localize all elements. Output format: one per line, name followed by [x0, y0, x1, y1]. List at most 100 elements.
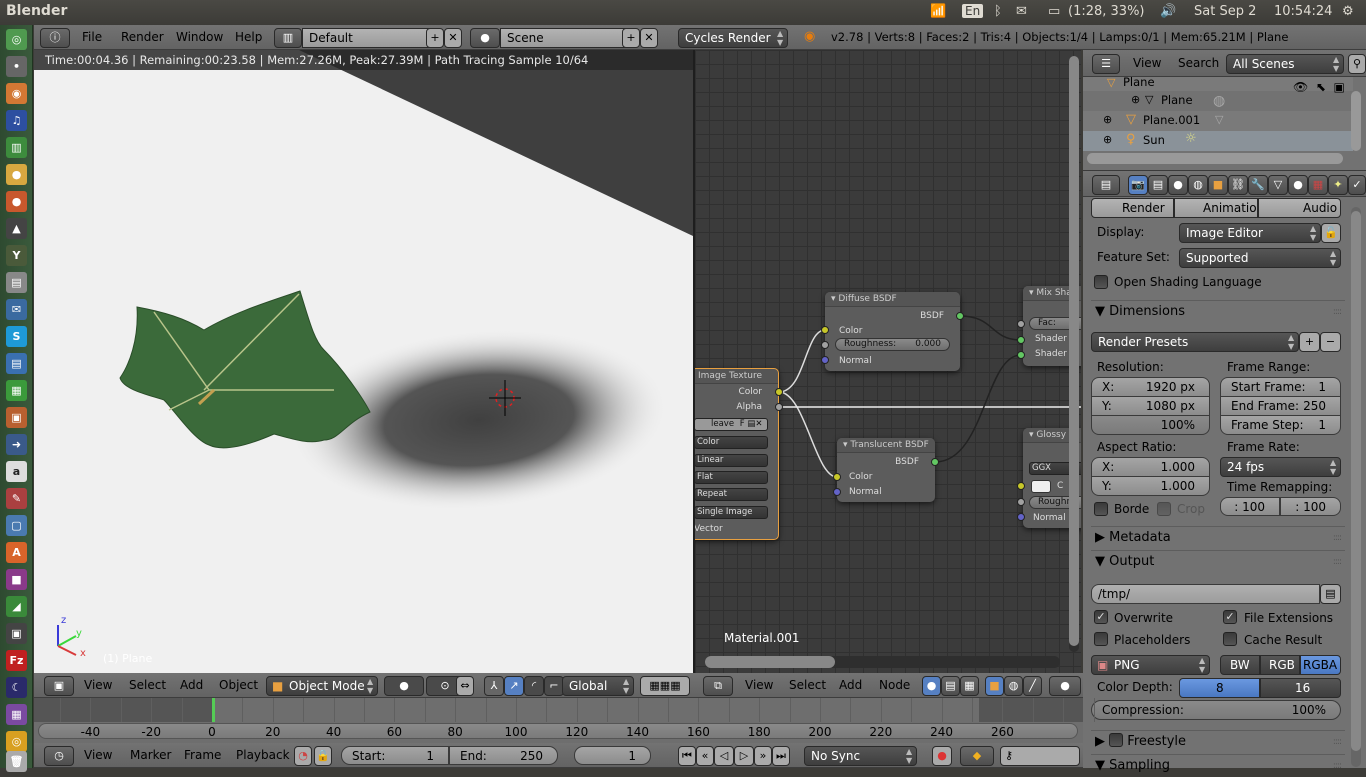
- menu-file[interactable]: File: [82, 25, 102, 49]
- lock-time-icon[interactable]: 🔒: [314, 746, 332, 766]
- menu-node[interactable]: Node: [879, 673, 910, 697]
- current-frame-field[interactable]: 1: [574, 746, 651, 765]
- scrollbar-thumb[interactable]: [705, 656, 835, 668]
- menu-view[interactable]: View: [745, 673, 773, 697]
- object-shader-icon[interactable]: ■: [985, 676, 1004, 696]
- frame-step-field[interactable]: Frame Step: 1: [1220, 415, 1341, 435]
- freestyle-panel-header[interactable]: ▶ Freestyle::::: [1091, 730, 1345, 752]
- manipulator-toggle[interactable]: ⅄: [484, 676, 504, 696]
- scrollbar-thumb[interactable]: [1351, 211, 1361, 751]
- manipulator-icon[interactable]: ⇔: [456, 676, 474, 696]
- output-panel-header[interactable]: ▼ Output::::: [1091, 550, 1345, 572]
- projection-select[interactable]: Flat: [695, 471, 768, 484]
- screen-layout-icon[interactable]: ▥: [274, 28, 302, 48]
- overwrite-checkbox[interactable]: ✓: [1094, 610, 1108, 624]
- remap-old-field[interactable]: : 100: [1220, 497, 1280, 516]
- color-mode-bw[interactable]: BW: [1220, 655, 1260, 675]
- unlink-image-icon[interactable]: ✕: [755, 419, 762, 429]
- color-space-select[interactable]: Color: [695, 436, 768, 449]
- particles-tab-icon[interactable]: ✦: [1328, 175, 1348, 195]
- translucent-normal-socket[interactable]: [833, 488, 841, 496]
- cd-burner-icon[interactable]: ◎: [6, 731, 27, 752]
- scene-tab-icon[interactable]: ●: [1168, 175, 1188, 195]
- chrome-icon[interactable]: ●: [6, 164, 27, 185]
- system-monitor-icon[interactable]: ◢: [6, 596, 27, 617]
- mesh-name[interactable]: Plane: [1161, 93, 1193, 107]
- menu-render[interactable]: Render: [121, 25, 164, 49]
- diffuse-color-socket[interactable]: [821, 326, 829, 334]
- scene-select[interactable]: Scene: [500, 28, 630, 48]
- scrollbar-thumb[interactable]: [1069, 56, 1079, 646]
- firefox-icon[interactable]: ●: [6, 191, 27, 212]
- rotate-manipulator[interactable]: ◜: [524, 676, 544, 696]
- software-center-icon[interactable]: A: [6, 542, 27, 563]
- power-icon[interactable]: ⚙: [1342, 4, 1354, 19]
- start-frame-field[interactable]: Start: 1: [341, 746, 449, 765]
- outliner-row[interactable]: ⊕ ♀ Sun ☼: [1083, 131, 1353, 151]
- jump-start-button[interactable]: ⏮: [678, 746, 696, 766]
- screenshot-icon[interactable]: ▣: [6, 623, 27, 644]
- file-manager-icon[interactable]: ▤: [6, 272, 27, 293]
- thunderbird-icon[interactable]: ✉: [6, 299, 27, 320]
- output-path-field[interactable]: /tmp/: [1091, 584, 1320, 604]
- date[interactable]: Sat Sep 2: [1194, 4, 1256, 19]
- object-name[interactable]: Plane: [1123, 75, 1155, 89]
- inkscape-icon[interactable]: ▲: [6, 218, 27, 239]
- roughness-field[interactable]: Roughness: 0.000: [835, 338, 950, 351]
- mix-fac-socket[interactable]: [1017, 320, 1025, 328]
- extension-select[interactable]: Repeat: [695, 488, 768, 501]
- interpolation-select[interactable]: Linear: [695, 454, 768, 467]
- end-frame-field[interactable]: End Frame: 250: [1220, 396, 1341, 416]
- object-name[interactable]: Plane.001: [1143, 113, 1200, 127]
- compression-slider[interactable]: Compression: 100%: [1091, 700, 1341, 720]
- line-style-icon[interactable]: ╱: [1023, 676, 1042, 696]
- world-shader-icon[interactable]: ◍: [1004, 676, 1023, 696]
- image-color-socket[interactable]: [775, 388, 783, 396]
- diffuse-normal-socket[interactable]: [821, 356, 829, 364]
- keying-mode-select[interactable]: ◆: [960, 746, 994, 766]
- layers-grid[interactable]: ▦▦▦: [640, 676, 690, 696]
- osl-checkbox[interactable]: [1094, 275, 1108, 289]
- remap-new-field[interactable]: : 100: [1280, 497, 1341, 516]
- expand-icon[interactable]: ⊕: [1103, 113, 1112, 126]
- preview-range-icon[interactable]: ◔: [294, 746, 312, 766]
- calc-icon[interactable]: ▦: [6, 380, 27, 401]
- dimensions-panel-header[interactable]: ▼ Dimensions::::: [1091, 300, 1345, 322]
- diffuse-roughness-socket[interactable]: [821, 341, 829, 349]
- menu-playback[interactable]: Playback: [236, 743, 290, 767]
- menu-add[interactable]: Add: [839, 673, 862, 697]
- menu-window[interactable]: Window: [176, 25, 223, 49]
- render-button[interactable]: Render: [1091, 198, 1174, 218]
- resolution-y-field[interactable]: Y: 1080 px: [1091, 396, 1210, 416]
- border-checkbox[interactable]: [1094, 502, 1108, 516]
- image-texture-node[interactable]: Image Texture Color Alpha leave F ▤✕ Col…: [695, 368, 779, 540]
- jump-keyframe-forward-button[interactable]: »: [754, 746, 772, 766]
- menu-add[interactable]: Add: [180, 673, 203, 697]
- start-frame-field[interactable]: Start Frame: 1: [1220, 377, 1341, 397]
- app-icon[interactable]: Y: [6, 245, 27, 266]
- end-frame-field[interactable]: End: 250: [449, 746, 558, 765]
- impress-icon[interactable]: ▣: [6, 407, 27, 428]
- skype-icon[interactable]: S: [6, 326, 27, 347]
- translucent-bsdf-node[interactable]: ▾ Translucent BSDF BSDF Color Normal: [837, 438, 935, 502]
- translucent-bsdf-socket[interactable]: [931, 458, 939, 466]
- scale-manipulator[interactable]: ⌐: [544, 676, 564, 696]
- aspect-y-field[interactable]: Y: 1.000: [1091, 476, 1210, 496]
- feature-set-select[interactable]: Supported ▲ ▼: [1179, 248, 1341, 268]
- timeline[interactable]: -40 -20 0 20 40 60 80 100 120 140 160 180 200 220 240 2…: [34, 698, 1095, 743]
- editor-type-properties-icon[interactable]: ▤: [1092, 175, 1120, 195]
- screen-layout-select[interactable]: Default: [302, 28, 432, 48]
- jump-end-button[interactable]: ⏭: [772, 746, 790, 766]
- horizontal-scrollbar[interactable]: [1087, 153, 1343, 164]
- animation-button[interactable]: Animation: [1174, 198, 1258, 218]
- video-editor-icon[interactable]: ▦: [6, 704, 27, 725]
- expand-icon[interactable]: ⊕: [1103, 133, 1112, 146]
- interaction-mode-select[interactable]: ■ Object Mode ▲ ▼: [266, 676, 378, 696]
- placeholders-checkbox[interactable]: [1094, 632, 1108, 646]
- menu-view[interactable]: View: [84, 743, 112, 767]
- editor-type-3d-icon[interactable]: ▣: [44, 676, 74, 696]
- color-mode-rgb[interactable]: RGB: [1260, 655, 1300, 675]
- ubuntu-dash-icon[interactable]: ◎: [6, 29, 27, 50]
- menu-object[interactable]: Object: [219, 673, 258, 697]
- resolution-x-field[interactable]: X: 1920 px: [1091, 377, 1210, 397]
